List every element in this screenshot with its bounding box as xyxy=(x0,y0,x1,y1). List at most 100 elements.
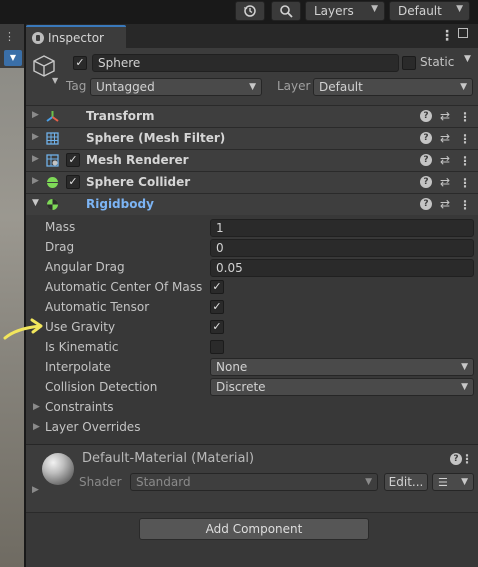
material-section: ▶ Default-Material (Material) ? ⋮ Shader… xyxy=(26,444,478,512)
tag-dropdown[interactable]: Untagged ▼ xyxy=(90,78,262,96)
shader-value: Standard xyxy=(136,475,191,489)
angular-drag-label: Angular Drag xyxy=(45,260,125,274)
use-gravity-checkbox[interactable]: ✓ xyxy=(210,320,224,334)
kebab-menu-icon[interactable]: ⋮ xyxy=(458,109,472,125)
foldout-arrow-icon[interactable]: ▶ xyxy=(32,110,39,120)
mesh-filter-icon xyxy=(46,132,59,145)
static-checkbox[interactable] xyxy=(402,56,416,70)
chevron-down-icon: ▼ xyxy=(371,4,378,14)
history-icon xyxy=(244,5,256,17)
history-button[interactable] xyxy=(235,1,265,21)
collision-detection-value: Discrete xyxy=(216,380,266,394)
layer-value: Default xyxy=(319,80,363,94)
kebab-menu-icon[interactable]: ⋮ xyxy=(458,153,472,169)
sphere-collider-enabled-checkbox[interactable]: ✓ xyxy=(66,175,80,189)
chevron-down-icon: ▼ xyxy=(461,382,468,392)
drag-label: Drag xyxy=(45,240,75,254)
component-title: Rigidbody xyxy=(86,197,154,211)
material-preview-sphere xyxy=(42,453,74,485)
constraints-label[interactable]: Constraints xyxy=(45,398,113,416)
presets-icon[interactable]: ⇄ xyxy=(440,109,450,123)
active-checkbox[interactable]: ✓ xyxy=(73,56,87,70)
shader-dropdown[interactable]: Standard ▼ xyxy=(130,473,378,491)
rigidbody-icon xyxy=(47,199,58,210)
help-icon[interactable]: ? xyxy=(420,110,432,122)
component-sphere-collider[interactable]: ▶ ✓ Sphere Collider ? ⇄ ⋮ xyxy=(26,171,478,193)
layer-dropdown[interactable]: Default ▼ xyxy=(313,78,473,96)
layer-overrides-foldout-icon[interactable]: ▶ xyxy=(33,422,40,432)
mesh-renderer-enabled-checkbox[interactable]: ✓ xyxy=(66,153,80,167)
icon-dropdown-arrow-icon[interactable]: ▼ xyxy=(52,76,58,85)
chevron-down-icon: ▼ xyxy=(249,82,256,92)
kebab-menu-icon[interactable]: ⋮ xyxy=(460,451,474,467)
presets-icon[interactable]: ⇄ xyxy=(440,197,450,211)
kebab-menu-icon[interactable]: ⋮ xyxy=(458,131,472,147)
foldout-arrow-icon[interactable]: ▶ xyxy=(32,154,39,164)
layers-label: Layers xyxy=(314,4,354,18)
component-title: Transform xyxy=(86,109,155,123)
shader-list-button[interactable]: ☰ ▼ xyxy=(432,473,474,491)
is-kinematic-label: Is Kinematic xyxy=(45,340,119,354)
component-rigidbody[interactable]: ▼ Rigidbody ? ⇄ ⋮ xyxy=(26,193,478,215)
maximize-icon[interactable] xyxy=(458,28,468,38)
object-name-field[interactable]: Sphere xyxy=(92,54,399,72)
component-mesh-filter[interactable]: ▶ Sphere (Mesh Filter) ? ⇄ ⋮ xyxy=(26,127,478,149)
foldout-arrow-expanded-icon[interactable]: ▼ xyxy=(32,198,39,208)
shader-label: Shader xyxy=(79,475,122,489)
mass-label: Mass xyxy=(45,220,76,234)
component-transform[interactable]: ▶ Transform ? ⇄ ⋮ xyxy=(26,105,478,127)
tab-inspector-label: Inspector xyxy=(48,30,104,45)
is-kinematic-checkbox[interactable] xyxy=(210,340,224,354)
shader-edit-button[interactable]: Edit... xyxy=(384,473,428,491)
material-foldout-icon[interactable]: ▶ xyxy=(32,485,39,495)
material-title: Default-Material (Material) xyxy=(82,451,255,466)
chevron-down-icon: ▼ xyxy=(460,82,467,92)
foldout-arrow-icon[interactable]: ▶ xyxy=(32,176,39,186)
mass-field[interactable]: 1 xyxy=(210,219,474,237)
inspector-panel: Inspector ⋮ ▼ ✓ Sphere Static ▼ Tag Unta… xyxy=(26,24,478,567)
chevron-down-icon: ▼ xyxy=(365,477,372,487)
auto-tensor-checkbox[interactable]: ✓ xyxy=(210,300,224,314)
interpolate-label: Interpolate xyxy=(45,360,111,374)
collision-detection-dropdown[interactable]: Discrete ▼ xyxy=(210,378,474,396)
component-title: Sphere Collider xyxy=(86,175,191,189)
kebab-menu-icon[interactable]: ⋮ xyxy=(458,175,472,191)
drag-field[interactable]: 0 xyxy=(210,239,474,257)
help-icon[interactable]: ? xyxy=(420,132,432,144)
kebab-icon[interactable]: ⋮ xyxy=(4,30,15,43)
help-icon[interactable]: ? xyxy=(420,154,432,166)
transform-icon xyxy=(46,111,59,122)
add-component-button[interactable]: Add Component xyxy=(139,518,369,540)
presets-icon[interactable]: ⇄ xyxy=(440,153,450,167)
layout-label: Default xyxy=(398,4,442,18)
kebab-menu-icon[interactable]: ⋮ xyxy=(440,28,454,44)
tab-inspector[interactable]: Inspector xyxy=(26,25,126,48)
help-icon[interactable]: ? xyxy=(420,198,432,210)
inspector-tab-bar: Inspector ⋮ xyxy=(26,24,478,48)
search-button[interactable] xyxy=(271,1,301,21)
layout-dropdown[interactable]: Default ▼ xyxy=(389,1,470,21)
search-icon xyxy=(280,5,293,18)
collision-detection-label: Collision Detection xyxy=(45,380,158,394)
scene-dropdown-button[interactable]: ▼ xyxy=(4,50,22,66)
cube-icon xyxy=(33,55,55,77)
component-title: Mesh Renderer xyxy=(86,153,189,167)
constraints-foldout-icon[interactable]: ▶ xyxy=(33,402,40,412)
top-toolbar: Layers ▼ Default ▼ xyxy=(0,0,478,24)
list-icon: ☰ xyxy=(438,476,448,489)
layers-dropdown[interactable]: Layers ▼ xyxy=(305,1,385,21)
layer-label: Layer xyxy=(277,79,311,93)
presets-icon[interactable]: ⇄ xyxy=(440,131,450,145)
kebab-menu-icon[interactable]: ⋮ xyxy=(458,197,472,213)
help-icon[interactable]: ? xyxy=(420,176,432,188)
component-mesh-renderer[interactable]: ▶ ✓ Mesh Renderer ? ⇄ ⋮ xyxy=(26,149,478,171)
auto-center-of-mass-checkbox[interactable]: ✓ xyxy=(210,280,224,294)
presets-icon[interactable]: ⇄ xyxy=(440,175,450,189)
layer-overrides-label[interactable]: Layer Overrides xyxy=(45,418,140,436)
use-gravity-label: Use Gravity xyxy=(45,320,116,334)
static-dropdown-arrow-icon[interactable]: ▼ xyxy=(464,54,471,64)
interpolate-dropdown[interactable]: None ▼ xyxy=(210,358,474,376)
angular-drag-field[interactable]: 0.05 xyxy=(210,259,474,277)
component-title: Sphere (Mesh Filter) xyxy=(86,131,226,145)
foldout-arrow-icon[interactable]: ▶ xyxy=(32,132,39,142)
